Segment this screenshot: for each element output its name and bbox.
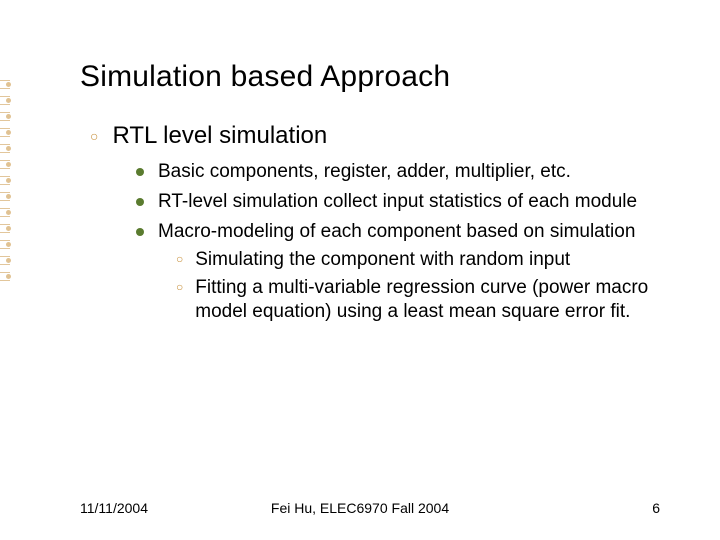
dot-icon [136, 228, 144, 236]
circle-icon: ○ [90, 122, 98, 150]
slide-footer: 11/11/2004 Fei Hu, ELEC6970 Fall 2004 6 [0, 500, 720, 516]
slide: Simulation based Approach ○ RTL level si… [0, 0, 720, 540]
level2-text: Basic components, register, adder, multi… [158, 160, 571, 184]
level3-text: Fitting a multi-variable regression curv… [195, 276, 655, 324]
bullet-level3: ○ Fitting a multi-variable regression cu… [176, 276, 660, 324]
footer-page-number: 6 [652, 500, 660, 516]
bullet-level1: ○ RTL level simulation [90, 122, 660, 150]
level3-text: Simulating the component with random inp… [195, 248, 570, 272]
bullet-level2: Macro-modeling of each component based o… [136, 220, 660, 244]
spiral-binding-decoration [0, 76, 24, 296]
bullet-level3: ○ Simulating the component with random i… [176, 248, 660, 272]
circle-icon: ○ [176, 248, 183, 270]
slide-title: Simulation based Approach [80, 60, 660, 94]
dot-icon [136, 198, 144, 206]
footer-date: 11/11/2004 [80, 500, 148, 516]
level2-text: Macro-modeling of each component based o… [158, 220, 635, 244]
circle-icon: ○ [176, 276, 183, 298]
dot-icon [136, 168, 144, 176]
bullet-level2: RT-level simulation collect input statis… [136, 190, 660, 214]
bullet-level2: Basic components, register, adder, multi… [136, 160, 660, 184]
level1-text: RTL level simulation [112, 122, 327, 150]
level2-text: RT-level simulation collect input statis… [158, 190, 637, 214]
